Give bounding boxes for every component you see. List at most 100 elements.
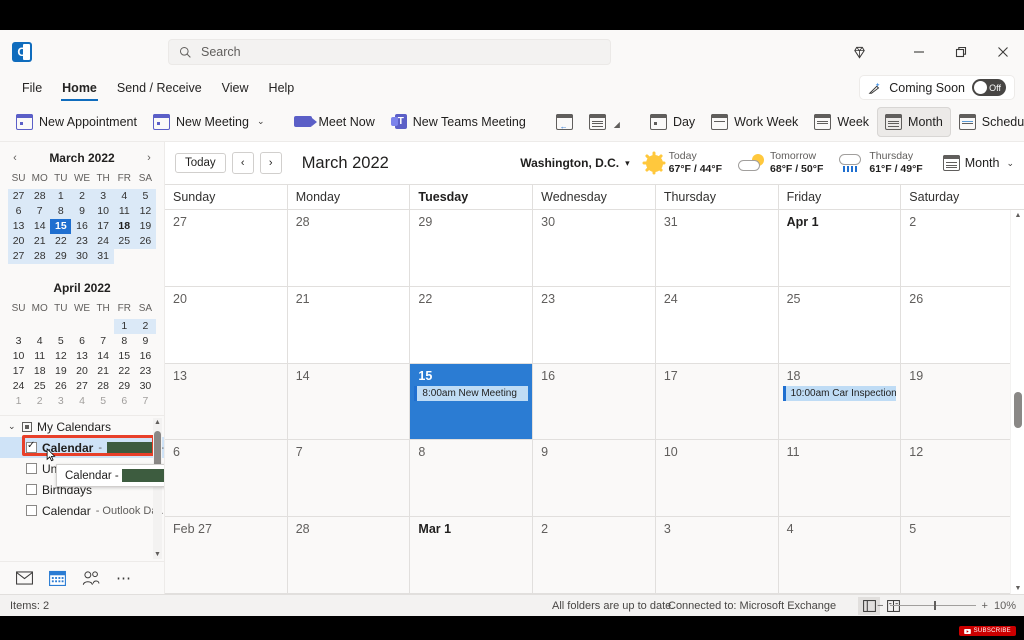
next-month-button[interactable]: › (259, 152, 282, 174)
work-week-view-button[interactable]: Work Week (703, 107, 806, 137)
zoom-control[interactable]: − + 10% (877, 600, 1016, 612)
mini-cal-day[interactable]: 3 (8, 334, 29, 349)
people-icon[interactable] (82, 570, 100, 586)
day-cell[interactable]: 2 (533, 517, 656, 594)
mini-cal-day[interactable]: 25 (29, 379, 50, 394)
weather-thursday[interactable]: Thursday 61°F / 49°F (839, 150, 923, 176)
mini-cal-day[interactable]: 29 (50, 249, 72, 264)
menu-item-file[interactable]: File (12, 78, 52, 98)
mini-cal-day[interactable]: 24 (8, 379, 29, 394)
day-cell[interactable]: 8 (410, 440, 534, 518)
previous-month-button[interactable]: ‹ (231, 152, 254, 174)
checkbox-unit[interactable] (26, 463, 37, 474)
mini-cal-day[interactable]: 16 (71, 219, 93, 234)
mini-cal-day[interactable]: 9 (71, 204, 93, 219)
mini-cal-day[interactable]: 8 (114, 334, 135, 349)
day-cell[interactable]: 19 (901, 363, 1024, 441)
mini-cal-day[interactable]: 26 (50, 379, 71, 394)
folder-pane-scrollbar[interactable]: ▲ ▼ (153, 418, 162, 559)
day-cell[interactable]: Mar 1 (410, 517, 534, 594)
envelope-icon[interactable] (16, 571, 33, 585)
today-jump-button[interactable]: ← (548, 107, 581, 137)
day-cell[interactable]: 20 (165, 286, 288, 364)
mini-cal-day[interactable]: 10 (92, 204, 114, 219)
mini-cal-day[interactable]: 2 (29, 394, 50, 409)
dialog-launcher-icon[interactable]: ◢ (614, 120, 620, 129)
mini-cal-day[interactable]: 19 (50, 364, 71, 379)
mini-cal-day[interactable]: 3 (92, 189, 114, 204)
folder-group-my-calendars[interactable]: ⌄ My Calendars (0, 416, 164, 437)
checkbox-birthdays[interactable] (26, 484, 37, 495)
day-cell[interactable]: Apr 1 (778, 210, 902, 287)
view-selector[interactable]: Month ⌄ (942, 155, 1014, 171)
mini-cal-day[interactable]: 28 (29, 189, 51, 204)
location-dropdown-caret-icon[interactable]: ▾ (625, 158, 630, 169)
mini-cal-day[interactable]: 27 (71, 379, 92, 394)
mini-cal-day[interactable]: 4 (29, 334, 50, 349)
day-cell[interactable]: 26 (901, 286, 1024, 364)
day-cell[interactable]: 28 (287, 210, 411, 287)
zoom-out-button[interactable]: − (877, 600, 883, 612)
calendar-scrollbar[interactable]: ▲ ▼ (1010, 210, 1024, 594)
day-cell[interactable]: 4 (778, 517, 902, 594)
mini-cal-day[interactable]: 6 (114, 394, 135, 409)
chevron-down-icon[interactable]: ⌄ (257, 116, 265, 127)
day-cell[interactable]: 25 (778, 286, 902, 364)
zoom-slider-thumb[interactable] (933, 601, 936, 610)
weather-tomorrow[interactable]: Tomorrow 68°F / 50°F (738, 150, 823, 176)
schedule-view-button[interactable]: Schedule View ◢ (951, 107, 1024, 137)
scroll-up-arrow[interactable]: ▲ (154, 419, 161, 426)
mini-cal-day[interactable]: 17 (8, 364, 29, 379)
day-cell[interactable]: 5 (901, 517, 1024, 594)
day-cell[interactable]: 15 8:00am New Meeting (410, 363, 534, 441)
day-cell[interactable]: 13 (165, 363, 288, 441)
day-cell[interactable]: 3 (655, 517, 779, 594)
mini-cal-day[interactable]: 7 (93, 334, 114, 349)
mini-cal-day[interactable]: 14 (29, 219, 51, 234)
calendar-event[interactable]: 10:00am Car Inspection (782, 385, 897, 401)
mini-cal-day[interactable]: 13 (71, 349, 92, 364)
minimize-button[interactable] (898, 30, 940, 74)
menu-item-send-receive[interactable]: Send / Receive (107, 78, 212, 98)
chevron-down-icon[interactable]: ⌄ (1006, 158, 1014, 169)
mini-cal-day[interactable]: 22 (50, 234, 72, 249)
day-cell[interactable]: 30 (533, 210, 656, 287)
mini-cal-day[interactable]: 24 (92, 234, 114, 249)
new-meeting-button[interactable]: New Meeting ⌄ (145, 107, 273, 137)
day-cell[interactable]: 17 (655, 363, 779, 441)
mini-cal-day[interactable]: 3 (50, 394, 71, 409)
mini-cal-day[interactable]: 28 (93, 379, 114, 394)
today-button[interactable]: Today (175, 153, 226, 173)
calendar-icon[interactable] (49, 570, 66, 586)
day-cell[interactable]: 12 (901, 440, 1024, 518)
day-cell[interactable]: 27 (165, 210, 288, 287)
mini-cal-day[interactable]: 6 (8, 204, 30, 219)
scroll-up-arrow[interactable]: ▲ (1014, 212, 1022, 219)
month-view-button[interactable]: Month (877, 106, 951, 137)
day-cell[interactable]: 22 (410, 286, 534, 364)
mini-cal-prev-button[interactable]: ‹ (8, 152, 22, 164)
mini-cal-day[interactable]: 30 (135, 379, 156, 394)
mini-cal-day[interactable]: 25 (113, 234, 135, 249)
folder-item-calendar-primary[interactable]: Calendar - - (0, 437, 164, 458)
checkbox-calendar-primary[interactable] (26, 440, 37, 453)
mini-cal-day[interactable]: 9 (135, 334, 156, 349)
new-appointment-button[interactable]: New Appointment (8, 107, 145, 137)
day-cell[interactable]: 21 (287, 286, 411, 364)
mini-cal-day[interactable]: 7 (135, 394, 156, 409)
mini-cal-day[interactable]: 14 (93, 349, 114, 364)
day-cell[interactable]: 28 (287, 517, 411, 594)
mini-cal-day[interactable]: 1 (50, 189, 72, 204)
menu-item-help[interactable]: Help (259, 78, 305, 98)
day-cell[interactable]: 9 (533, 440, 656, 518)
mini-cal-day[interactable]: 13 (8, 219, 30, 234)
mini-cal-day[interactable]: 5 (50, 334, 71, 349)
zoom-in-button[interactable]: + (982, 600, 988, 612)
mini-cal-day[interactable]: 2 (134, 319, 156, 334)
mini-cal-day[interactable]: 12 (134, 204, 156, 219)
mini-cal-day[interactable]: 29 (114, 379, 135, 394)
mini-cal-day[interactable]: 27 (8, 189, 30, 204)
folder-item-calendar-outlook-data[interactable]: Calendar - Outlook Da... (0, 500, 164, 521)
week-view-button[interactable]: Week (806, 107, 877, 137)
next-days-button[interactable]: ◢ (581, 107, 628, 137)
